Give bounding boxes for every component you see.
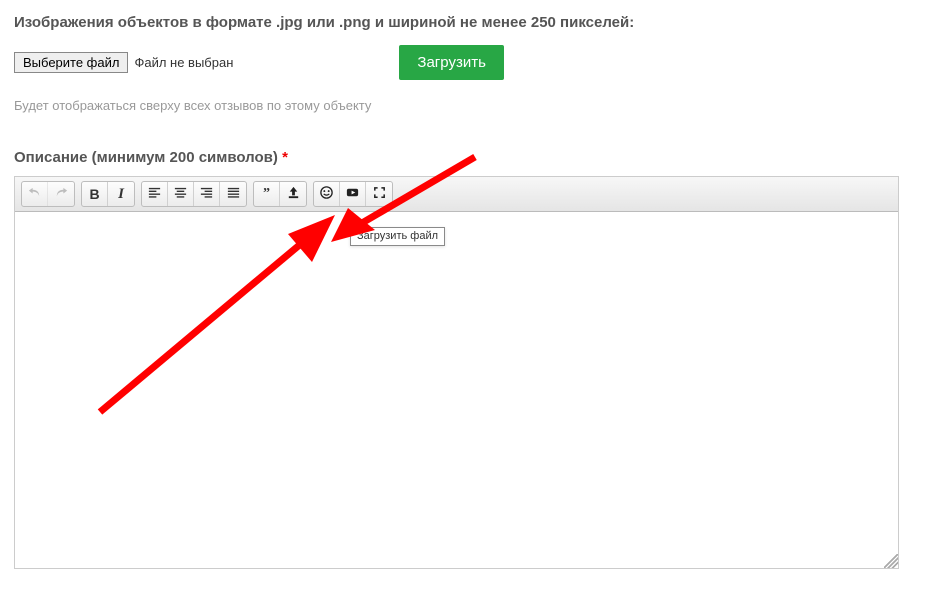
toolbar-group-format: B I bbox=[81, 181, 135, 207]
choose-file-button[interactable]: Выберите файл bbox=[14, 52, 128, 73]
file-upload-row: Выберите файл Файл не выбран Загрузить bbox=[14, 45, 923, 80]
undo-button[interactable] bbox=[22, 182, 48, 206]
rich-text-editor: B I bbox=[14, 176, 899, 569]
redo-icon bbox=[54, 185, 69, 203]
italic-button[interactable]: I bbox=[108, 182, 134, 206]
description-label: Описание (минимум 200 символов) * bbox=[14, 149, 923, 166]
toolbar-group-align bbox=[141, 181, 247, 207]
upload-hint: Будет отображаться сверху всех отзывов п… bbox=[14, 98, 923, 113]
align-center-button[interactable] bbox=[168, 182, 194, 206]
align-right-button[interactable] bbox=[194, 182, 220, 206]
undo-icon bbox=[27, 185, 42, 203]
bold-icon: B bbox=[89, 186, 99, 202]
fullscreen-button[interactable] bbox=[366, 182, 392, 206]
file-status-text: Файл не выбран bbox=[134, 55, 393, 70]
toolbar-group-media bbox=[313, 181, 393, 207]
toolbar-group-insert: ” bbox=[253, 181, 307, 207]
align-center-icon bbox=[173, 185, 188, 203]
quote-icon: ” bbox=[263, 186, 270, 202]
align-left-icon bbox=[147, 185, 162, 203]
required-asterisk: * bbox=[282, 149, 288, 166]
italic-icon: I bbox=[118, 186, 124, 203]
upload-icon bbox=[286, 185, 301, 203]
video-icon bbox=[345, 185, 360, 203]
redo-button[interactable] bbox=[48, 182, 74, 206]
align-right-icon bbox=[199, 185, 214, 203]
description-label-text: Описание (минимум 200 символов) bbox=[14, 149, 278, 166]
toolbar-group-history bbox=[21, 181, 75, 207]
annotation-arrow-bottom bbox=[90, 202, 350, 422]
editor-content-area[interactable]: Загрузить файл bbox=[15, 212, 898, 568]
upload-tooltip: Загрузить файл bbox=[350, 227, 445, 246]
video-button[interactable] bbox=[340, 182, 366, 206]
upload-file-button[interactable] bbox=[280, 182, 306, 206]
upload-button[interactable]: Загрузить bbox=[399, 45, 504, 80]
blockquote-button[interactable]: ” bbox=[254, 182, 280, 206]
align-justify-button[interactable] bbox=[220, 182, 246, 206]
emoji-icon bbox=[319, 185, 334, 203]
images-heading: Изображения объектов в формате .jpg или … bbox=[14, 14, 923, 31]
fullscreen-icon bbox=[372, 185, 387, 203]
emoji-button[interactable] bbox=[314, 182, 340, 206]
align-left-button[interactable] bbox=[142, 182, 168, 206]
bold-button[interactable]: B bbox=[82, 182, 108, 206]
align-justify-icon bbox=[226, 185, 241, 203]
editor-toolbar: B I bbox=[15, 177, 898, 212]
